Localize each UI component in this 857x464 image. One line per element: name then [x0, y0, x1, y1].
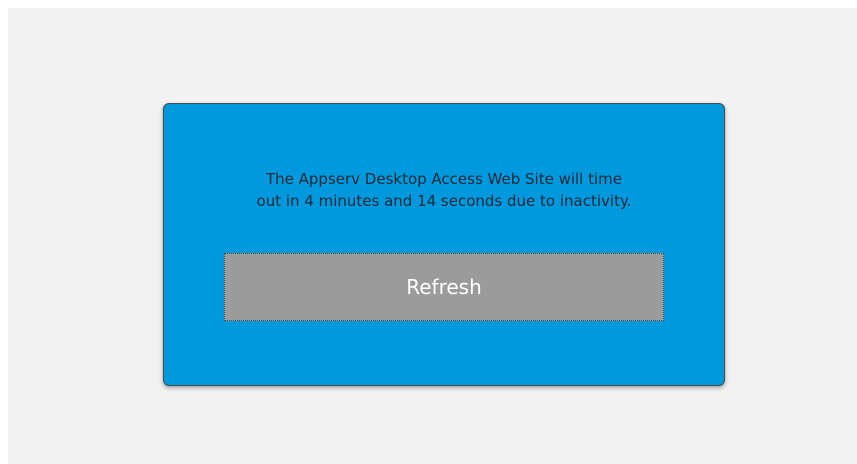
timeout-dialog: The Appserv Desktop Access Web Site will…	[163, 103, 725, 386]
timeout-message-line-1: The Appserv Desktop Access Web Site will…	[265, 170, 623, 188]
timeout-message-line-2: out in 4 minutes and 14 seconds due to i…	[256, 192, 632, 210]
page-background: The Appserv Desktop Access Web Site will…	[8, 8, 857, 464]
timeout-message: The Appserv Desktop Access Web Site will…	[204, 168, 684, 212]
refresh-button[interactable]: Refresh	[224, 253, 664, 321]
